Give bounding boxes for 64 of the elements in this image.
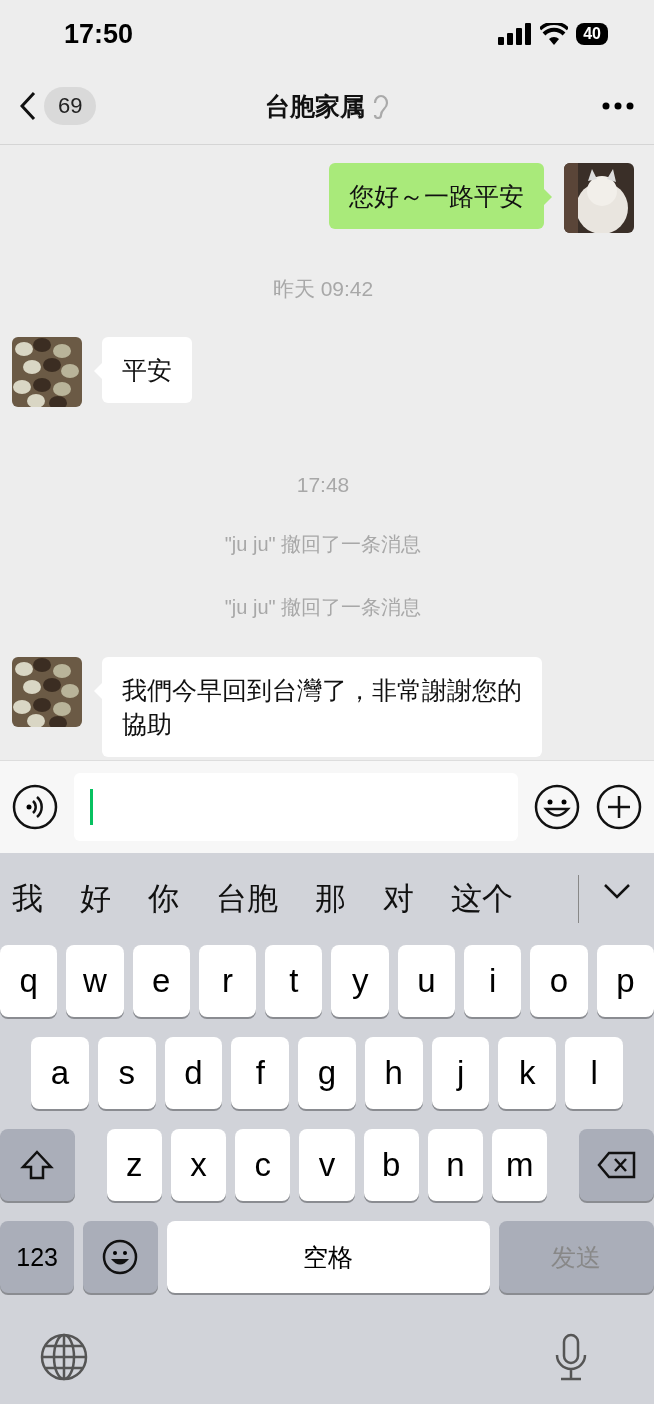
message-bubble: 平安 bbox=[102, 337, 192, 403]
timestamp: 昨天 09:42 bbox=[271, 276, 375, 302]
delete-key[interactable] bbox=[579, 1129, 654, 1201]
emoji-icon bbox=[102, 1239, 139, 1275]
letter-key[interactable]: q bbox=[0, 945, 58, 1017]
candidate-word[interactable]: 那 bbox=[315, 878, 346, 920]
microphone-icon[interactable] bbox=[554, 1333, 588, 1381]
letter-key[interactable]: i bbox=[464, 945, 522, 1017]
letter-key[interactable]: e bbox=[132, 945, 190, 1017]
letter-key[interactable]: h bbox=[364, 1037, 423, 1109]
candidate-word[interactable]: 你 bbox=[148, 878, 179, 920]
shift-icon bbox=[20, 1149, 55, 1181]
globe-icon[interactable] bbox=[40, 1333, 88, 1381]
letter-key[interactable]: l bbox=[565, 1037, 624, 1109]
letter-key[interactable]: p bbox=[596, 945, 654, 1017]
letter-key[interactable]: w bbox=[66, 945, 124, 1017]
letter-key[interactable]: y bbox=[331, 945, 389, 1017]
battery-level: 40 bbox=[576, 23, 608, 45]
clock: 17:50 bbox=[64, 18, 134, 50]
signal-icon bbox=[498, 23, 533, 45]
space-key[interactable]: 空格 bbox=[166, 1221, 490, 1293]
candidate-word[interactable]: 这个 bbox=[451, 878, 513, 920]
letter-key[interactable]: c bbox=[235, 1129, 291, 1201]
backspace-icon bbox=[596, 1151, 637, 1179]
more-icon[interactable] bbox=[602, 102, 634, 110]
shift-key[interactable] bbox=[0, 1129, 75, 1201]
letter-key[interactable]: g bbox=[298, 1037, 356, 1109]
letter-key[interactable]: v bbox=[299, 1129, 355, 1201]
letter-key[interactable]: o bbox=[530, 945, 588, 1017]
chat-title: 台胞家属 bbox=[265, 90, 365, 122]
timestamp: 17:48 bbox=[295, 473, 351, 497]
letter-key[interactable]: z bbox=[106, 1129, 162, 1201]
unread-badge[interactable]: 69 bbox=[44, 87, 97, 125]
numbers-key[interactable]: 123 bbox=[0, 1221, 75, 1293]
letter-key[interactable]: x bbox=[170, 1129, 227, 1201]
letter-key[interactable]: k bbox=[498, 1037, 557, 1109]
voice-icon[interactable] bbox=[12, 784, 58, 830]
letter-key[interactable]: s bbox=[97, 1037, 156, 1109]
recall-notice: "ju ju" 撤回了一条消息 bbox=[223, 595, 423, 620]
message-bubble: 我們今早回到台灣了，非常謝謝您的協助 bbox=[102, 657, 542, 757]
plus-icon[interactable] bbox=[596, 784, 642, 830]
letter-key[interactable]: m bbox=[492, 1129, 548, 1201]
letter-key[interactable]: d bbox=[164, 1037, 223, 1109]
chevron-down-icon[interactable] bbox=[602, 883, 631, 899]
back-icon[interactable] bbox=[20, 91, 36, 121]
emoji-icon[interactable] bbox=[534, 784, 580, 830]
letter-key[interactable]: u bbox=[397, 945, 456, 1017]
letter-key[interactable]: t bbox=[265, 945, 323, 1017]
letter-key[interactable]: f bbox=[231, 1037, 290, 1109]
letter-key[interactable]: a bbox=[31, 1037, 89, 1109]
candidate-word[interactable]: 我 bbox=[12, 878, 43, 920]
candidate-word[interactable]: 好 bbox=[80, 878, 111, 920]
bubble-tail bbox=[544, 189, 552, 205]
letter-key[interactable]: n bbox=[427, 1129, 484, 1201]
letter-key[interactable]: r bbox=[198, 945, 257, 1017]
letter-key[interactable]: b bbox=[363, 1129, 419, 1201]
recall-notice: "ju ju" 撤回了一条消息 bbox=[223, 532, 423, 557]
candidate-word[interactable]: 台胞 bbox=[216, 878, 278, 920]
emoji-key[interactable] bbox=[83, 1221, 158, 1293]
message-input[interactable] bbox=[74, 773, 518, 841]
wifi-icon bbox=[540, 23, 569, 45]
message-bubble: 您好～一路平安 bbox=[329, 163, 544, 229]
candidate-word[interactable]: 对 bbox=[383, 878, 414, 920]
letter-key[interactable]: j bbox=[431, 1037, 490, 1109]
